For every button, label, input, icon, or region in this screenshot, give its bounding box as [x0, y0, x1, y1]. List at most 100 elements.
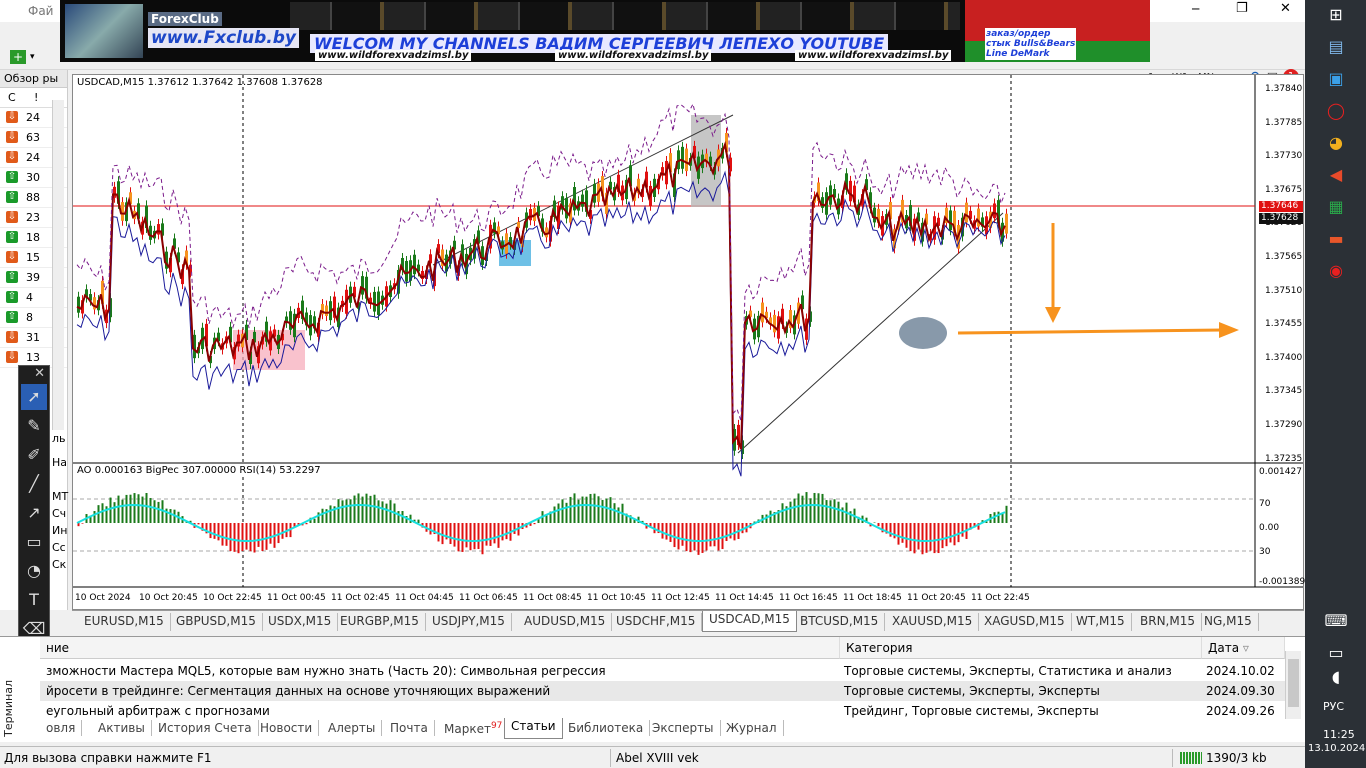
close-button[interactable]: ✕ — [1280, 1, 1291, 16]
candle-body — [413, 254, 416, 275]
chart-tab[interactable]: EURGBP,M15 — [334, 613, 426, 631]
status-profile[interactable]: Abel XVIII vek — [616, 751, 699, 765]
sort-icon: ▿ — [1242, 641, 1249, 655]
market-scrollbar[interactable] — [52, 100, 64, 430]
time-axis-label: 11 Oct 10:45 — [587, 593, 646, 603]
market-row-value: 30 — [26, 171, 40, 184]
chart-tab[interactable]: BRN,M15 — [1134, 613, 1202, 631]
article-row[interactable]: зможности Мастера MQL5, которые вам нужн… — [40, 661, 1285, 681]
candle-body — [593, 183, 596, 203]
pencil-icon[interactable]: ✎ — [21, 413, 47, 439]
connection-icon — [1180, 752, 1202, 764]
terminal-tab[interactable]: овля — [40, 720, 83, 736]
banner-stripe — [290, 2, 960, 30]
speaker-icon[interactable]: ◀ — [1323, 164, 1349, 186]
chart-tab[interactable]: EURUSD,M15 — [78, 613, 171, 631]
chart-tab[interactable]: USDX,M15 — [262, 613, 339, 631]
paint-icon[interactable]: ◕ — [1323, 132, 1349, 154]
task-view-icon[interactable]: ▤ — [1323, 36, 1349, 58]
red-line-price-label: 1.37646 — [1259, 201, 1303, 212]
time-axis-label: 11 Oct 12:45 — [651, 593, 710, 603]
market-row-value: 31 — [26, 331, 40, 344]
navigator-item[interactable]: Сч — [52, 507, 66, 520]
terminal-tab[interactable]: Статьи — [504, 718, 563, 739]
navigator-item[interactable]: Сс — [52, 541, 66, 554]
chart-tab[interactable]: AUDUSD,M15 — [518, 613, 613, 631]
marker-icon[interactable]: ✐ — [21, 442, 47, 468]
text-icon[interactable]: T — [21, 587, 47, 613]
chart-tab[interactable]: USDCHF,M15 — [610, 613, 703, 631]
volume-icon[interactable]: ◖ — [1323, 666, 1349, 688]
windows-start-icon[interactable]: ⊞ — [1323, 4, 1349, 26]
opera-icon[interactable]: ◯ — [1323, 100, 1349, 122]
chart-tab[interactable]: XAUUSD,M15 — [886, 613, 980, 631]
chart-tab[interactable]: WT,M15 — [1070, 613, 1132, 631]
terminal-tab[interactable]: Активы — [92, 720, 152, 736]
terminal-tab[interactable]: Новости — [254, 720, 320, 736]
candle-body — [993, 203, 996, 219]
banner-url-2: www.wildforexvadzimsl.by — [555, 50, 712, 61]
chart-window[interactable]: USDCAD,M15 1.37612 1.37642 1.37608 1.376… — [72, 74, 1305, 610]
market-watch-title[interactable]: Обзор ры — [0, 70, 67, 88]
dropdown-icon[interactable]: ▾ — [30, 52, 35, 62]
terminal-tab[interactable]: Библиотека — [562, 720, 651, 736]
article-title: зможности Мастера MQL5, которые вам нужн… — [46, 664, 606, 678]
terminal-tab[interactable]: Эксперты — [646, 720, 721, 736]
chart-tab[interactable]: NG,M15 — [1198, 613, 1259, 631]
arrow-up-icon: ⇧ — [6, 291, 18, 303]
chart-tab[interactable]: XAGUSD,M15 — [978, 613, 1072, 631]
chart-tab[interactable]: GBPUSD,M15 — [170, 613, 263, 631]
terminal-tab[interactable]: Почта — [384, 720, 435, 736]
price-chart[interactable] — [73, 75, 1303, 609]
article-row[interactable]: йросети в трейдинге: Сегментация данных … — [40, 681, 1285, 701]
minimize-button[interactable]: ─ — [1192, 2, 1199, 16]
clock-date[interactable]: 13.10.2024 — [1308, 743, 1365, 754]
terminal-tab[interactable]: История Счета — [152, 720, 259, 736]
time-axis-label: 10 Oct 2024 — [75, 593, 131, 603]
chart-tab[interactable]: USDJPY,M15 — [426, 613, 512, 631]
language-indicator[interactable]: РУС — [1323, 700, 1344, 713]
app-icon-2[interactable]: ▬ — [1323, 228, 1349, 250]
navigator-item[interactable]: MT — [52, 490, 68, 503]
app-icon-1[interactable]: ▣ — [1323, 68, 1349, 90]
market-badge: 97 — [490, 721, 503, 731]
line-icon[interactable]: ╱ — [21, 471, 47, 497]
restore-button[interactable]: ❐ — [1236, 1, 1248, 16]
terminal-scrollbar[interactable] — [1285, 651, 1301, 719]
keyboard-icon[interactable]: ⌨ — [1323, 610, 1349, 632]
time-axis-label: 11 Oct 02:45 — [331, 593, 390, 603]
col-alert[interactable]: ! — [34, 91, 38, 104]
menu-file[interactable]: Фай — [28, 4, 53, 18]
network-icon[interactable]: ▭ — [1323, 642, 1349, 664]
col-category-header[interactable]: Категория — [840, 637, 1202, 659]
ray-icon[interactable]: ↗ — [21, 500, 47, 526]
clock-time[interactable]: 11:25 — [1323, 728, 1355, 741]
chart-tab[interactable]: BTCUSD,M15 — [794, 613, 886, 631]
calculator-icon[interactable]: ▦ — [1323, 196, 1349, 218]
terminal-tab-label: Алерты — [328, 721, 376, 735]
time-axis-label: 11 Oct 14:45 — [715, 593, 774, 603]
navigator-item[interactable]: Ск — [52, 558, 66, 571]
arrow-down-icon: ⇩ — [6, 331, 18, 343]
close-icon[interactable]: ✕ — [19, 366, 49, 381]
navigator-item[interactable]: ль — [52, 432, 66, 445]
record-icon[interactable]: ◉ — [1323, 260, 1349, 282]
arrow-up-icon: ⇧ — [6, 311, 18, 323]
terminal-tab[interactable]: Алерты — [322, 720, 383, 736]
new-order-icon[interactable]: + — [10, 50, 26, 64]
candle-body — [361, 276, 364, 295]
rectangle-icon[interactable]: ▭ — [21, 529, 47, 555]
navigator-item[interactable]: На — [52, 456, 67, 469]
terminal-tab[interactable]: Журнал — [720, 720, 784, 736]
terminal-tab[interactable]: Маркет97 — [438, 720, 510, 737]
col-date-header[interactable]: Дата ▿ — [1202, 637, 1285, 659]
time-axis-label: 11 Oct 20:45 — [907, 593, 966, 603]
chart-tab[interactable]: USDCAD,M15 — [702, 611, 797, 632]
cursor-icon[interactable]: ➚ — [21, 384, 47, 410]
arrow-down-icon: ⇩ — [6, 251, 18, 263]
col-name-header[interactable]: ние — [40, 637, 840, 659]
article-date: 2024.09.30 — [1206, 684, 1275, 698]
col-symbol[interactable]: C — [8, 91, 16, 104]
shapes-icon[interactable]: ◔ — [21, 558, 47, 584]
navigator-item[interactable]: Ин — [52, 524, 67, 537]
